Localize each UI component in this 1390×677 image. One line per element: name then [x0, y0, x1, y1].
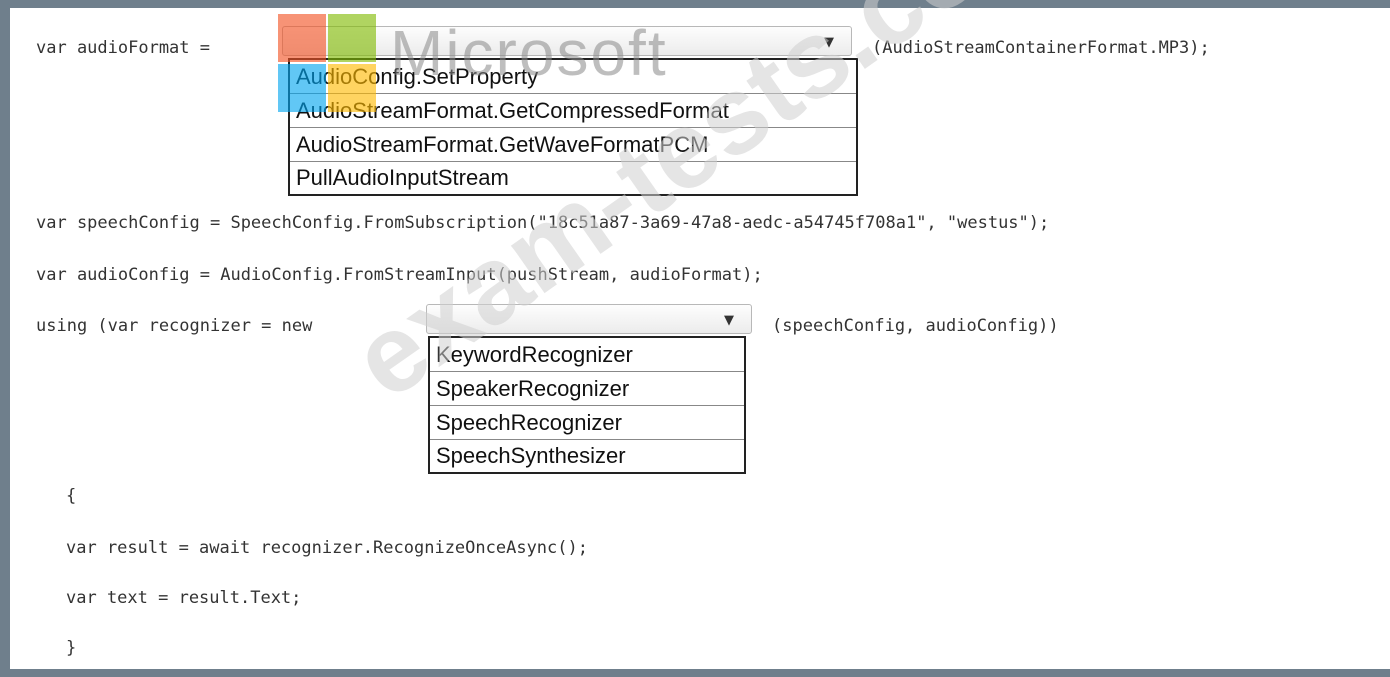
code-brace-close: }: [66, 638, 77, 658]
logo-green-square: [328, 14, 376, 62]
code-line-result-text: var text = result.Text;: [66, 588, 302, 608]
logo-blue-square: [278, 64, 326, 112]
chevron-down-icon[interactable]: ▼: [715, 310, 743, 330]
option-get-wave-format-pcm[interactable]: AudioStreamFormat.GetWaveFormatPCM: [290, 128, 856, 162]
code-line-audio-format-prefix: var audioFormat =: [36, 38, 210, 58]
option-speech-recognizer[interactable]: SpeechRecognizer: [430, 406, 744, 440]
option-pull-audio-input-stream[interactable]: PullAudioInputStream: [290, 162, 856, 194]
recognizer-dropdown[interactable]: ▼: [426, 304, 752, 334]
microsoft-logo-watermark: [278, 14, 378, 114]
code-line-using-recognizer-prefix: using (var recognizer = new: [36, 316, 313, 336]
chevron-down-icon[interactable]: ▼: [815, 32, 843, 52]
code-panel: var audioFormat = ▼ (AudioStreamContaine…: [10, 8, 1390, 669]
option-speech-synthesizer[interactable]: SpeechSynthesizer: [430, 440, 744, 472]
logo-yellow-square: [328, 64, 376, 112]
code-line-using-recognizer-suffix: (speechConfig, audioConfig)): [772, 316, 1059, 336]
microsoft-wordmark-watermark: Microsoft: [390, 17, 668, 89]
recognizer-options-list: KeywordRecognizer SpeakerRecognizer Spee…: [428, 336, 746, 474]
option-speaker-recognizer[interactable]: SpeakerRecognizer: [430, 372, 744, 406]
code-line-audio-config: var audioConfig = AudioConfig.FromStream…: [36, 265, 763, 285]
code-line-audio-format-suffix: (AudioStreamContainerFormat.MP3);: [872, 38, 1210, 58]
code-line-speech-config: var speechConfig = SpeechConfig.FromSubs…: [36, 213, 1050, 233]
logo-red-square: [278, 14, 326, 62]
code-line-recognize-once: var result = await recognizer.RecognizeO…: [66, 538, 588, 558]
code-brace-open: {: [66, 486, 77, 506]
option-keyword-recognizer[interactable]: KeywordRecognizer: [430, 338, 744, 372]
